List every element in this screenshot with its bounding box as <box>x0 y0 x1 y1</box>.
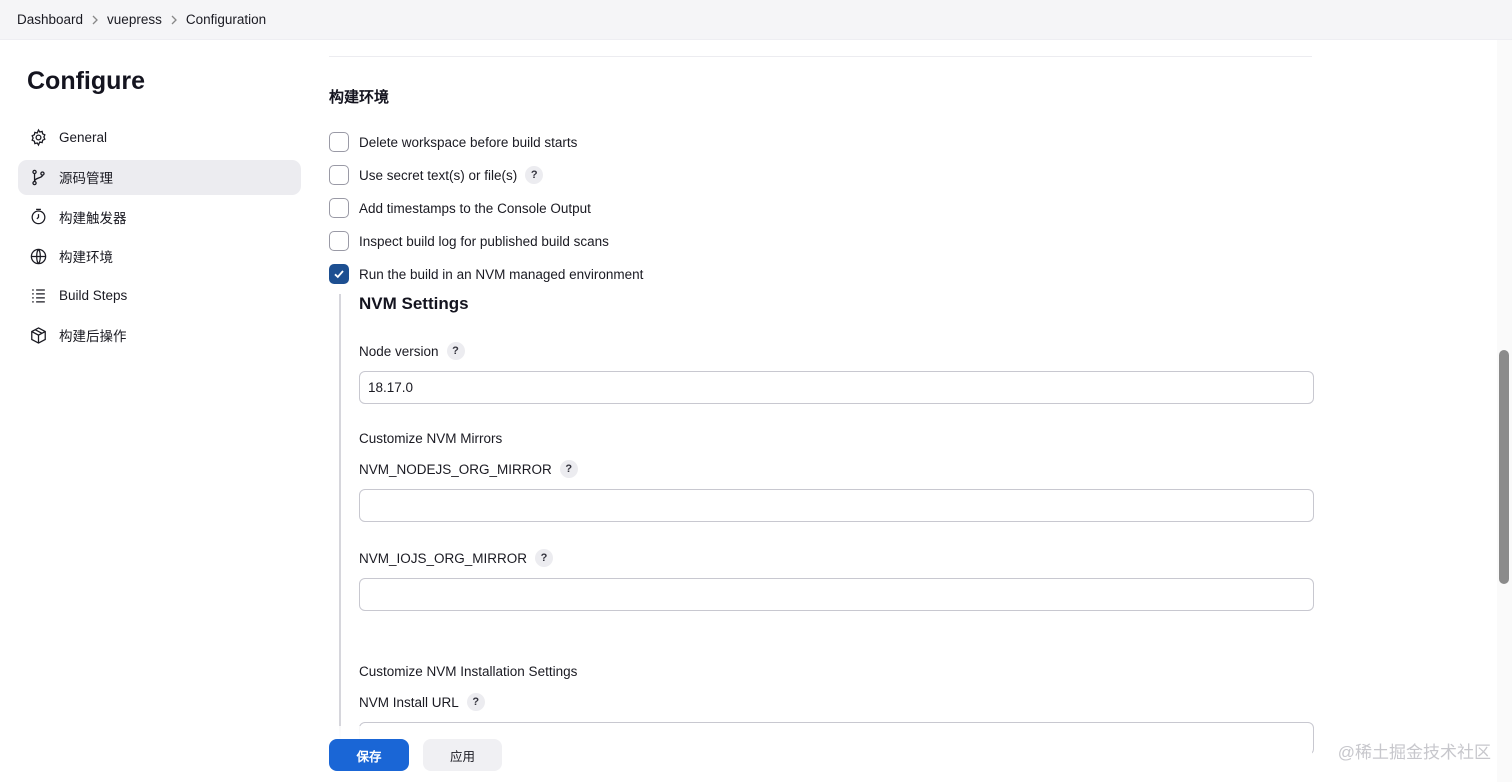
checkbox[interactable] <box>329 198 349 218</box>
breadcrumb: Dashboard vuepress Configuration <box>0 0 1512 40</box>
checkbox[interactable] <box>329 231 349 251</box>
nodejs-mirror-input[interactable] <box>359 489 1314 522</box>
checkbox-row-secret-text[interactable]: Use secret text(s) or file(s) ? <box>329 164 544 186</box>
iojs-mirror-label: NVM_IOJS_ORG_MIRROR ? <box>359 549 554 567</box>
install-settings-label-text: Customize NVM Installation Settings <box>359 664 578 679</box>
help-icon[interactable]: ? <box>535 549 554 567</box>
nvm-settings-panel: NVM Settings Node version ? Customize NV… <box>339 294 1314 782</box>
scrollbar-thumb[interactable] <box>1499 350 1509 584</box>
gear-icon <box>29 128 48 147</box>
action-bar: 保存 应用 <box>312 726 1312 782</box>
iojs-mirror-label-text: NVM_IOJS_ORG_MIRROR <box>359 550 528 566</box>
help-icon[interactable]: ? <box>559 460 578 478</box>
node-version-label-text: Node version <box>359 343 439 359</box>
breadcrumb-vuepress[interactable]: vuepress <box>107 12 162 27</box>
chevron-right-icon <box>162 15 186 25</box>
install-url-label-text: NVM Install URL <box>359 694 459 710</box>
section-title: 构建环境 <box>329 89 390 106</box>
sidebar-item-label: General <box>59 130 108 145</box>
check-icon <box>334 270 344 279</box>
sidebar-item-build-steps[interactable]: Build Steps <box>18 278 301 313</box>
chevron-right-icon <box>83 15 107 25</box>
sidebar-item-source-control[interactable]: 源码管理 <box>18 159 301 195</box>
watermark: @稀土掘金技术社区 <box>1337 743 1491 762</box>
nodejs-mirror-label-text: NVM_NODEJS_ORG_MIRROR <box>359 461 552 477</box>
mirrors-label-text: Customize NVM Mirrors <box>359 431 503 446</box>
checkbox-row-nvm-environment[interactable]: Run the build in an NVM managed environm… <box>329 263 643 285</box>
sidebar-nav: General 源码管理 构建触发器 构建环境 Build Steps 构建后操… <box>18 120 301 353</box>
checkbox[interactable] <box>329 132 349 152</box>
checkbox[interactable] <box>329 165 349 185</box>
globe-icon <box>29 247 48 266</box>
checkbox-label: Inspect build log for published build sc… <box>359 233 609 249</box>
sidebar-item-label: 源码管理 <box>59 171 113 186</box>
checkbox-label: Delete workspace before build starts <box>359 134 578 150</box>
sidebar-item-label: 构建环境 <box>59 250 113 265</box>
install-settings-label: Customize NVM Installation Settings <box>359 664 577 679</box>
checkbox-row-delete-workspace[interactable]: Delete workspace before build starts <box>329 131 577 153</box>
sidebar-item-build-triggers[interactable]: 构建触发器 <box>18 199 301 234</box>
list-icon <box>29 286 48 305</box>
checkbox-row-timestamps[interactable]: Add timestamps to the Console Output <box>329 197 591 219</box>
help-icon[interactable]: ? <box>446 342 465 360</box>
page-title: Configure <box>27 67 146 95</box>
clock-icon <box>29 207 48 226</box>
iojs-mirror-input[interactable] <box>359 578 1314 611</box>
sidebar-item-build-environment[interactable]: 构建环境 <box>18 239 301 274</box>
nvm-settings-title: NVM Settings <box>359 294 469 313</box>
nodejs-mirror-label: NVM_NODEJS_ORG_MIRROR ? <box>359 460 578 478</box>
sidebar-item-general[interactable]: General <box>18 120 301 155</box>
sidebar: Configure General 源码管理 构建触发器 构建环境 Build … <box>18 40 301 357</box>
section-divider <box>329 56 1312 57</box>
branch-icon <box>29 168 48 187</box>
save-button[interactable]: 保存 <box>329 739 409 771</box>
mirrors-label: Customize NVM Mirrors <box>359 431 502 446</box>
checkbox-label: Add timestamps to the Console Output <box>359 200 591 216</box>
node-version-label: Node version ? <box>359 342 465 360</box>
node-version-input[interactable] <box>359 371 1314 404</box>
apply-button[interactable]: 应用 <box>423 739 502 771</box>
checkbox-checked[interactable] <box>329 264 349 284</box>
sidebar-item-post-build[interactable]: 构建后操作 <box>18 318 301 353</box>
help-icon[interactable]: ? <box>466 693 485 711</box>
help-icon[interactable]: ? <box>525 166 544 184</box>
package-icon <box>29 326 48 345</box>
breadcrumb-dashboard[interactable]: Dashboard <box>17 12 83 27</box>
sidebar-item-label: Build Steps <box>59 288 128 303</box>
breadcrumb-configuration[interactable]: Configuration <box>186 12 266 27</box>
checkbox-label: Use secret text(s) or file(s) <box>359 167 518 183</box>
checkbox-label: Run the build in an NVM managed environm… <box>359 266 644 282</box>
sidebar-item-label: 构建触发器 <box>59 210 127 226</box>
install-url-label: NVM Install URL ? <box>359 693 485 711</box>
checkbox-row-inspect-build-log[interactable]: Inspect build log for published build sc… <box>329 230 609 252</box>
sidebar-item-label: 构建后操作 <box>59 329 127 344</box>
